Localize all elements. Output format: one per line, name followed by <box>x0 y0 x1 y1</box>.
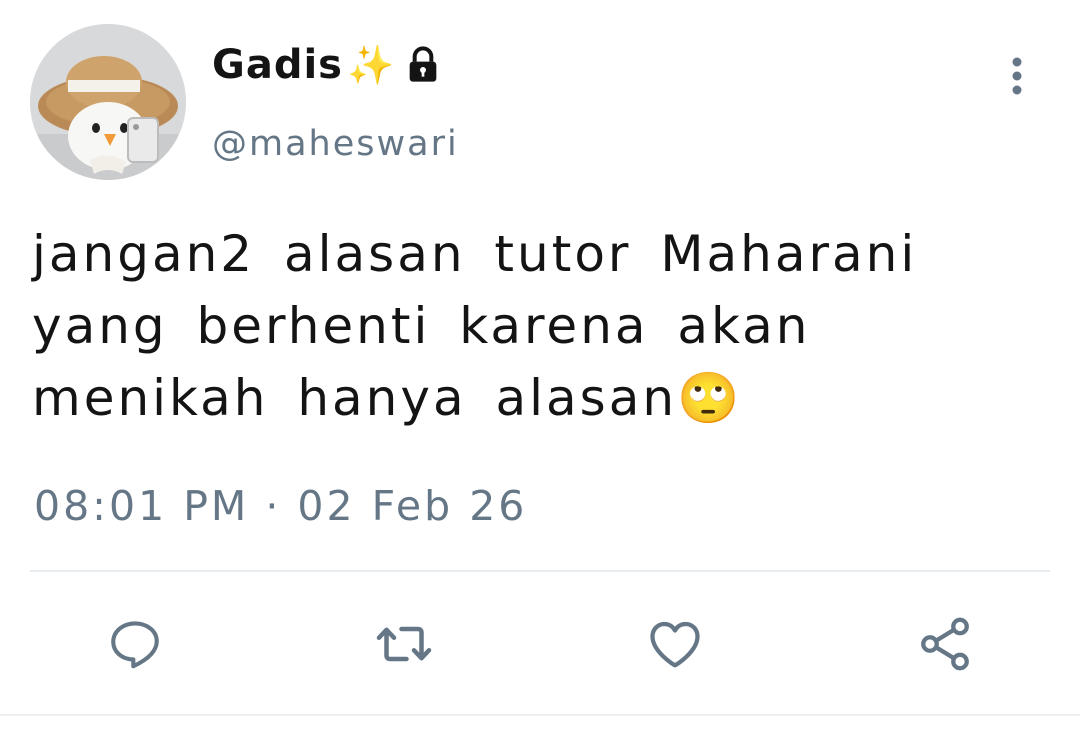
sparkles-emoji: ✨ <box>346 42 396 87</box>
bottom-divider <box>0 714 1080 716</box>
display-name-row[interactable]: Gadis ✨ <box>212 42 443 88</box>
avatar[interactable] <box>30 24 186 180</box>
avatar-photo <box>30 24 186 180</box>
retweet-button[interactable] <box>372 612 436 676</box>
heart-icon <box>650 621 700 668</box>
share-icon <box>921 617 969 671</box>
reply-icon <box>111 621 159 669</box>
more-options-button[interactable] <box>998 54 1036 98</box>
retweet-icon <box>376 626 432 662</box>
divider <box>30 570 1050 572</box>
like-button[interactable] <box>643 612 707 676</box>
reply-button[interactable] <box>103 612 167 676</box>
share-button[interactable] <box>913 612 977 676</box>
tweet-timestamp: 08:01 PM · 02 Feb 26 <box>34 482 528 530</box>
tweet-text: jangan2 alasan tutor Maharani yang berhe… <box>32 225 918 427</box>
display-name: Gadis <box>212 42 343 88</box>
user-handle[interactable]: @maheswari <box>212 124 459 164</box>
more-vertical-icon <box>1012 57 1022 95</box>
tweet-card: Gadis ✨ @maheswari jangan2 alasan tutor … <box>0 0 1080 735</box>
lock-icon <box>403 45 443 85</box>
